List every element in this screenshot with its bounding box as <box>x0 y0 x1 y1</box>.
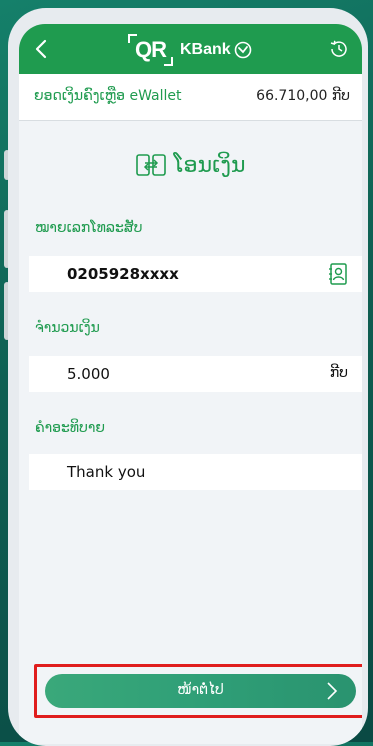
kbank-logo-text: KBank <box>180 41 231 58</box>
app-screen: QR KBank ຍອດເງິນຄົງເຫຼືອ eWallet 66.710,… <box>19 24 362 744</box>
qr-logo-text: QR <box>128 34 173 66</box>
contact-book-icon[interactable] <box>328 263 348 285</box>
amount-value: 5.000 <box>67 365 110 383</box>
app-logo: QR KBank <box>128 34 252 66</box>
chevron-right-icon <box>327 682 338 700</box>
phone-number-field[interactable]: 0205928xxxx <box>29 256 362 292</box>
phone-frame: QR KBank ຍອດເງິນຄົງເຫຼືອ eWallet 66.710,… <box>8 8 368 746</box>
amount-field[interactable]: 5.000 ກີບ <box>29 356 362 392</box>
next-button-label: ໜ້າຕໍ່ໄປ <box>177 682 224 698</box>
kbank-leaf-icon <box>234 41 251 59</box>
page-title: ໂອນເງິນ <box>173 152 246 178</box>
next-button[interactable]: ໜ້າຕໍ່ໄປ <box>45 674 356 708</box>
next-button-highlight: ໜ້າຕໍ່ໄປ <box>34 664 362 718</box>
amount-unit: ກີບ <box>329 365 348 381</box>
wallet-balance-label: ຍອດເງິນຄົງເຫຼືອ eWallet <box>34 88 182 104</box>
app-header: QR KBank <box>19 24 362 74</box>
amount-label: ຈຳນວນເງິນ <box>35 320 100 336</box>
back-arrow-icon[interactable] <box>29 36 55 62</box>
note-field[interactable]: Thank you <box>29 454 362 490</box>
history-clock-icon[interactable] <box>328 38 350 60</box>
phone-number-label: ໝາຍເລກໂທລະສັບ <box>35 220 143 236</box>
page-title-row: ໂອນເງິນ <box>19 152 362 178</box>
wallet-balance-value: 66.710,00 ກີບ <box>256 88 350 104</box>
note-value: Thank you <box>67 463 146 481</box>
note-label: ຄຳອະທິບາຍ <box>35 420 105 436</box>
phone-number-value: 0205928xxxx <box>67 265 179 283</box>
transfer-icon <box>135 154 166 176</box>
wallet-balance-row: ຍອດເງິນຄົງເຫຼືອ eWallet 66.710,00 ກີບ <box>19 74 362 121</box>
